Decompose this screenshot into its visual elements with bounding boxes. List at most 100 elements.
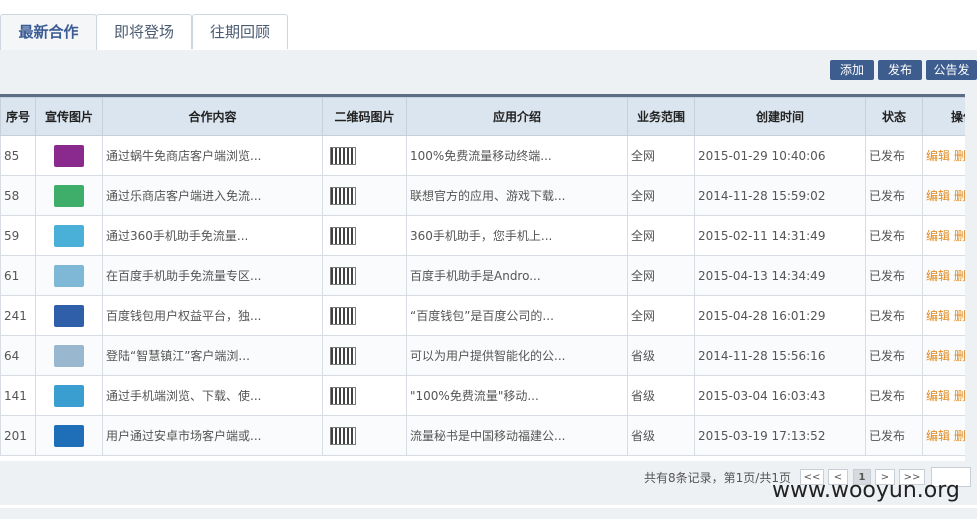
- cell-content: 用户通过安卓市场客户端或...: [102, 415, 323, 456]
- cell-status: 已发布: [865, 415, 923, 456]
- bottom-strip: [0, 508, 977, 519]
- cell-intro: 可以为用户提供智能化的公...: [406, 335, 628, 376]
- cell-content: 通过乐商店客户端进入免流...: [102, 175, 323, 216]
- promo-image[interactable]: [54, 264, 84, 287]
- cell-actions: 编辑 删: [922, 135, 965, 176]
- col-header-id: 序号: [0, 97, 36, 136]
- cell-actions: 编辑 删: [922, 375, 965, 416]
- table-row: 58 通过乐商店客户端进入免流... 联想官方的应用、游戏下载... 全网 2014-1…: [0, 175, 965, 216]
- edit-link[interactable]: 编辑: [926, 349, 950, 363]
- delete-link[interactable]: 删: [954, 429, 965, 443]
- cell-content: 通过手机端浏览、下载、使...: [102, 375, 323, 416]
- cell-time: 2015-02-11 14:31:49: [694, 215, 866, 256]
- edit-link[interactable]: 编辑: [926, 389, 950, 403]
- publish-button[interactable]: 发布: [878, 60, 922, 80]
- edit-link[interactable]: 编辑: [926, 309, 950, 323]
- cell-scope: 全网: [627, 215, 695, 256]
- promo-image[interactable]: [54, 304, 84, 327]
- qrcode-image[interactable]: [330, 186, 356, 205]
- qrcode-image[interactable]: [330, 346, 356, 365]
- cell-scope: 全网: [627, 295, 695, 336]
- edit-link[interactable]: 编辑: [926, 149, 950, 163]
- cell-time: 2014-11-28 15:56:16: [694, 335, 866, 376]
- promo-image[interactable]: [54, 384, 84, 407]
- cell-status: 已发布: [865, 335, 923, 376]
- qrcode-image[interactable]: [330, 266, 356, 285]
- cell-id: 64: [0, 335, 36, 376]
- delete-link[interactable]: 删: [954, 189, 965, 203]
- cell-status: 已发布: [865, 375, 923, 416]
- tab-history[interactable]: 往期回顾: [192, 14, 288, 49]
- cell-scope: 全网: [627, 135, 695, 176]
- table-row: 61 在百度手机助手免流量专区... 百度手机助手是Andro... 全网 2015-0…: [0, 255, 965, 296]
- cell-qrcode: [322, 415, 407, 456]
- cell-actions: 编辑 删: [922, 255, 965, 296]
- cell-id: 141: [0, 375, 36, 416]
- cooperation-table: 序号 宣传图片 合作内容 二维码图片 应用介绍 业务范围 创建时间 状态 操作 …: [0, 94, 965, 461]
- cell-id: 201: [0, 415, 36, 456]
- cell-time: 2015-01-29 10:40:06: [694, 135, 866, 176]
- table-row: 85 通过蜗牛免商店客户端浏览... 100%免费流量移动终端... 全网 2015-0…: [0, 135, 965, 176]
- cell-actions: 编辑 删: [922, 175, 965, 216]
- cell-qrcode: [322, 335, 407, 376]
- edit-link[interactable]: 编辑: [926, 269, 950, 283]
- cell-actions: 编辑 删: [922, 335, 965, 376]
- cell-image: [35, 415, 103, 456]
- col-header-content: 合作内容: [102, 97, 323, 136]
- tab-latest[interactable]: 最新合作: [0, 14, 97, 51]
- notice-button[interactable]: 公告发: [926, 60, 977, 80]
- promo-image[interactable]: [54, 144, 84, 167]
- delete-link[interactable]: 删: [954, 349, 965, 363]
- tab-bar: 最新合作 即将登场 往期回顾: [0, 14, 977, 51]
- cell-id: 241: [0, 295, 36, 336]
- cell-scope: 全网: [627, 175, 695, 216]
- qrcode-image[interactable]: [330, 226, 356, 245]
- cell-actions: 编辑 删: [922, 415, 965, 456]
- promo-image[interactable]: [54, 184, 84, 207]
- col-header-actions: 操作: [922, 97, 965, 136]
- cell-time: 2014-11-28 15:59:02: [694, 175, 866, 216]
- qrcode-image[interactable]: [330, 306, 356, 325]
- qrcode-image[interactable]: [330, 386, 356, 405]
- cell-qrcode: [322, 215, 407, 256]
- cell-image: [35, 175, 103, 216]
- col-header-scope: 业务范围: [627, 97, 695, 136]
- cell-qrcode: [322, 375, 407, 416]
- cell-image: [35, 135, 103, 176]
- cell-time: 2015-04-28 16:01:29: [694, 295, 866, 336]
- cell-scope: 省级: [627, 375, 695, 416]
- cell-image: [35, 295, 103, 336]
- cell-scope: 省级: [627, 415, 695, 456]
- tab-upcoming[interactable]: 即将登场: [96, 14, 192, 49]
- watermark: www.wooyun.org: [772, 478, 960, 503]
- promo-image[interactable]: [54, 344, 84, 367]
- cell-intro: 流量秘书是中国移动福建公...: [406, 415, 628, 456]
- cell-intro: 360手机助手，您手机上...: [406, 215, 628, 256]
- qrcode-image[interactable]: [330, 426, 356, 445]
- cell-image: [35, 375, 103, 416]
- delete-link[interactable]: 删: [954, 229, 965, 243]
- table-row: 59 通过360手机助手免流量... 360手机助手，您手机上... 全网 2015-0…: [0, 215, 965, 256]
- qrcode-image[interactable]: [330, 146, 356, 165]
- cell-scope: 全网: [627, 255, 695, 296]
- table-row: 64 登陆“智慧镇江”客户端浏... 可以为用户提供智能化的公... 省级 2014-1…: [0, 335, 965, 376]
- cell-qrcode: [322, 135, 407, 176]
- delete-link[interactable]: 删: [954, 149, 965, 163]
- promo-image[interactable]: [54, 224, 84, 247]
- delete-link[interactable]: 删: [954, 309, 965, 323]
- cell-status: 已发布: [865, 135, 923, 176]
- promo-image[interactable]: [54, 424, 84, 447]
- cell-image: [35, 335, 103, 376]
- cell-id: 85: [0, 135, 36, 176]
- cell-content: 通过蜗牛免商店客户端浏览...: [102, 135, 323, 176]
- cell-image: [35, 215, 103, 256]
- cell-id: 61: [0, 255, 36, 296]
- edit-link[interactable]: 编辑: [926, 429, 950, 443]
- add-button[interactable]: 添加: [830, 60, 874, 80]
- edit-link[interactable]: 编辑: [926, 229, 950, 243]
- cell-intro: 100%免费流量移动终端...: [406, 135, 628, 176]
- delete-link[interactable]: 删: [954, 389, 965, 403]
- edit-link[interactable]: 编辑: [926, 189, 950, 203]
- cell-actions: 编辑 删: [922, 215, 965, 256]
- delete-link[interactable]: 删: [954, 269, 965, 283]
